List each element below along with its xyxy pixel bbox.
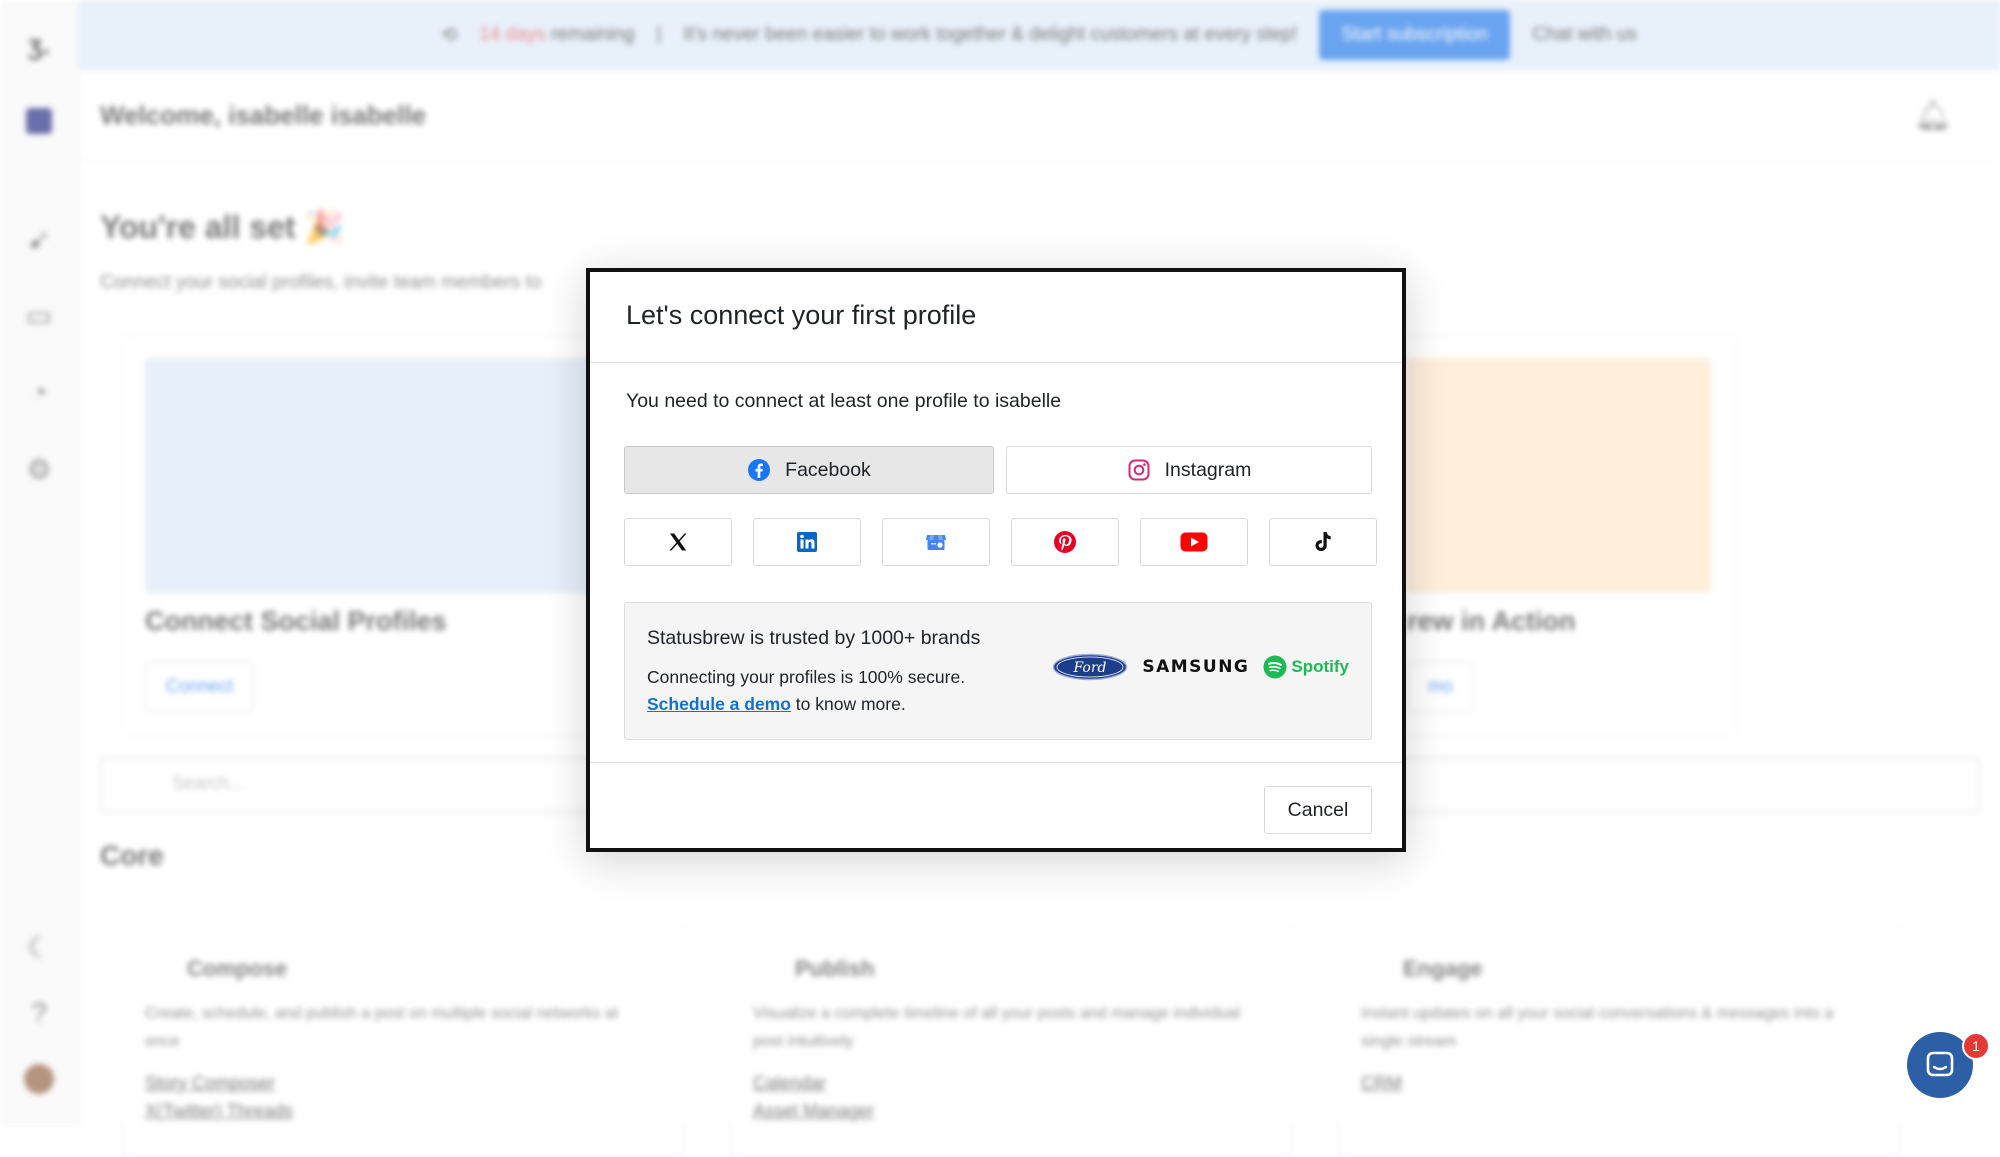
connect-profile-modal: Let's connect your first profile You nee… [586,268,1406,852]
tiktok-button[interactable] [1269,518,1377,566]
spotify-text: Spotify [1291,657,1349,676]
modal-title: Let's connect your first profile [626,300,977,330]
x-button[interactable] [624,518,732,566]
instagram-icon [1128,459,1150,481]
brand-logos: Ford SAMSUNG Spotify [1052,653,1349,681]
facebook-button[interactable]: Facebook [624,446,994,494]
divider [590,762,1402,763]
x-icon [669,533,687,551]
spotify-logo: Spotify [1263,655,1349,679]
trust-panel: Statusbrew is trusted by 1000+ brands Co… [624,602,1372,740]
secure-text: Connecting your profiles is 100% secure. [647,667,966,687]
tiktok-icon [1315,532,1331,551]
divider [590,362,1402,363]
spotify-icon [1263,655,1287,679]
samsung-logo: SAMSUNG [1142,657,1250,677]
pinterest-button[interactable] [1011,518,1119,566]
ford-logo: Ford [1053,653,1128,681]
google-business-button[interactable] [882,518,990,566]
youtube-button[interactable] [1140,518,1248,566]
chat-unread-badge: 1 [1962,1032,1990,1060]
ford-text: Ford [1073,660,1107,676]
chat-icon [1926,1051,1954,1077]
demo-text-rest: to know more. [790,694,906,714]
linkedin-icon [797,532,817,552]
schedule-demo-link[interactable]: Schedule a demo [647,694,791,714]
instagram-button[interactable]: Instagram [1006,446,1372,494]
facebook-icon [748,459,771,481]
trust-heading: Statusbrew is trusted by 1000+ brands [647,627,981,649]
linkedin-button[interactable] [753,518,861,566]
instagram-label: Instagram [1164,458,1252,481]
demo-text: Schedule a demo to know more. [647,694,906,715]
youtube-icon [1180,532,1208,552]
google-business-icon [926,535,946,550]
modal-description: You need to connect at least one profile… [626,390,1062,412]
cancel-button[interactable]: Cancel [1264,786,1372,834]
facebook-label: Facebook [785,458,871,481]
pinterest-icon [1054,531,1076,553]
